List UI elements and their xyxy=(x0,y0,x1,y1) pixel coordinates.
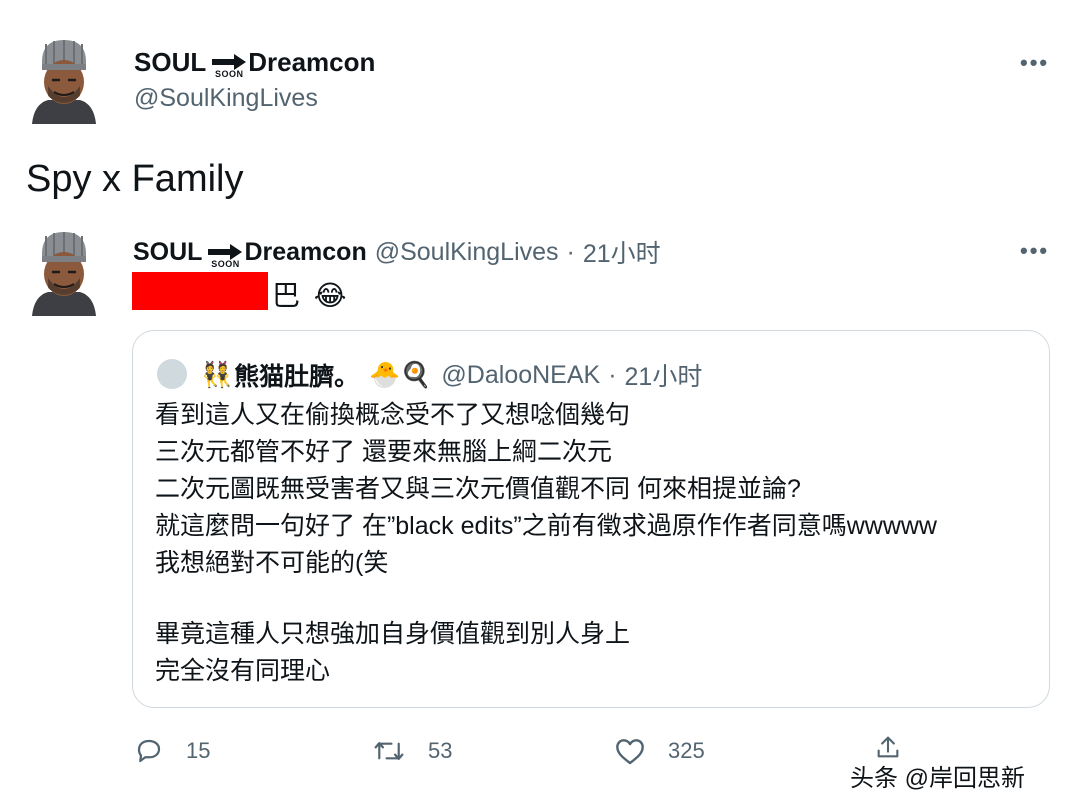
nested-quote-card[interactable]: 👯 熊猫肚臍。 🐣🍳 @DalooNEAK · 21小时 看到這人又在偷換概念受… xyxy=(132,330,1050,708)
author-avatar[interactable] xyxy=(28,36,100,129)
more-options-icon[interactable]: ••• xyxy=(1020,50,1049,76)
nested-quote-line: 看到這人又在偷換概念受不了又想唸個幾句 xyxy=(155,401,631,429)
avatar-illustration xyxy=(32,40,96,124)
reply-button[interactable]: 15 xyxy=(134,736,210,766)
heart-icon xyxy=(616,739,644,765)
nested-quote-body: 看到這人又在偷換概念受不了又想唸個幾句 三次元都管不好了 還要來無腦上綱二次元 … xyxy=(155,397,937,690)
nested-quote-line: 就這麼問一句好了 在”black edits”之前有徵求過原作作者同意嗎wwww… xyxy=(155,512,937,540)
retweet-button[interactable]: 53 xyxy=(372,736,452,766)
soon-arrow-icon: SOON xyxy=(208,243,243,269)
quoted-timestamp[interactable]: 21小时 xyxy=(583,234,661,270)
author-name-left: SOUL xyxy=(134,47,207,77)
quoted-text: 巴 😂 xyxy=(272,274,347,314)
nested-quote-line: 我想絕對不可能的(笑 xyxy=(155,549,389,577)
redaction-block xyxy=(132,272,268,310)
quoted-author-handle: @SoulKingLives xyxy=(374,237,559,266)
share-icon xyxy=(877,736,899,758)
laughing-crying-emoji-icon: 😂 xyxy=(313,280,347,311)
nested-quote-header: 👯 熊猫肚臍。 🐣🍳 @DalooNEAK · 21小时 xyxy=(201,357,702,393)
retweet-icon xyxy=(374,742,404,760)
quoted-author-row[interactable]: SOUL SOON Dreamcon @SoulKingLives · 21小时 xyxy=(133,234,661,270)
nested-quote-line: 畢竟這種人只想強加自身價值觀到別人身上 xyxy=(155,620,631,648)
avatar-illustration xyxy=(32,232,96,316)
author-name[interactable]: SOUL SOON Dreamcon xyxy=(134,47,376,79)
quoted-text-suffix: 巴 xyxy=(272,280,301,311)
reply-icon xyxy=(137,739,161,763)
reply-count: 15 xyxy=(186,738,211,763)
nested-quote-author-name: 熊猫肚臍。 xyxy=(234,363,360,391)
author-handle[interactable]: @SoulKingLives xyxy=(134,84,318,113)
quoted-author-name-right: Dreamcon xyxy=(244,237,367,266)
dancers-emoji-icon: 👯 xyxy=(201,360,233,389)
nested-quote-line: 二次元圖既無受害者又與三次元價值觀不同 何來相提並論? xyxy=(155,475,801,503)
nested-quote-dot: · xyxy=(608,360,617,389)
tweet-text: Spy x Family xyxy=(26,158,244,200)
nested-quote-line: 三次元都管不好了 還要來無腦上綱二次元 xyxy=(155,438,612,466)
soon-arrow-icon: SOON xyxy=(212,54,247,79)
quoted-dot: · xyxy=(566,237,575,266)
nested-quote-handle: @DalooNEAK xyxy=(441,360,601,389)
nested-quote-line: 完全沒有同理心 xyxy=(155,657,331,685)
share-button[interactable] xyxy=(874,734,924,760)
watermark: 头条 @岸回思新 xyxy=(850,765,1026,792)
quoted-author-avatar[interactable] xyxy=(28,228,100,321)
nested-quote-line-blank xyxy=(155,582,937,616)
chick-egg-emoji-icon: 🐣🍳 xyxy=(369,360,432,389)
quoted-author-name-left: SOUL xyxy=(133,237,203,266)
more-options-icon[interactable]: ••• xyxy=(1020,238,1049,264)
author-name-right: Dreamcon xyxy=(248,47,376,77)
retweet-count: 53 xyxy=(428,738,453,763)
nested-quote-avatar xyxy=(157,359,187,389)
like-count: 325 xyxy=(668,738,705,763)
nested-quote-timestamp: 21小时 xyxy=(624,363,703,391)
like-button[interactable]: 325 xyxy=(614,736,705,766)
